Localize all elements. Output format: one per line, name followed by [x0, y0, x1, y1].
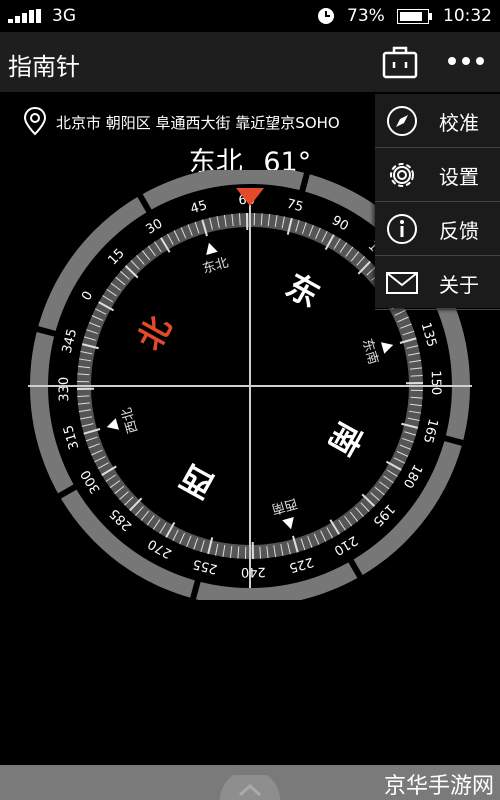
direction-marker-icon: [106, 418, 119, 430]
menu-item-feedback[interactable]: 反馈: [375, 202, 500, 256]
degree-label: 165: [420, 417, 441, 445]
watermark-text: 京华手游网: [383, 774, 494, 799]
location-pin-icon: [23, 106, 47, 136]
toolbox-icon[interactable]: [380, 44, 420, 80]
degree-label: 315: [61, 423, 82, 451]
menu-label-about: 关于: [439, 273, 479, 297]
cardinal-label: 东: [280, 266, 326, 315]
alarm-clock-icon: [318, 8, 334, 24]
more-dots-icon[interactable]: [444, 46, 488, 76]
battery-percent: 73%: [347, 6, 385, 26]
app-title: 指南针: [8, 53, 80, 81]
location-row: 北京市 朝阳区 阜通西大街 靠近望京SOHO: [22, 106, 382, 136]
scroll-up-icon[interactable]: [220, 775, 280, 800]
cardinal-label: 西: [174, 457, 220, 506]
degree-label: 75: [285, 197, 305, 216]
menu-item-about[interactable]: 关于: [375, 256, 500, 310]
status-bar: 3G 73% 10:32: [0, 0, 500, 32]
intercardinal-label: 西南: [270, 495, 299, 518]
cardinal-label: 南: [321, 416, 370, 462]
degree-label: 30: [144, 216, 166, 237]
intercardinal-label: 东北: [201, 256, 230, 278]
cardinal-label: 北: [130, 310, 179, 356]
degree-label: 345: [60, 327, 81, 355]
menu-label-settings: 设置: [439, 165, 479, 189]
location-address: 北京市 朝阳区 阜通西大街 靠近望京SOHO: [56, 114, 340, 132]
overflow-menu: 校准 设置 反馈 关于: [375, 94, 500, 310]
degree-label: 0: [79, 289, 96, 304]
info-icon: [387, 214, 417, 244]
cellular-signal-icon: [8, 9, 41, 23]
degree-label: 45: [189, 198, 209, 217]
direction-marker-icon: [206, 242, 218, 256]
calibrate-compass-icon: [387, 106, 417, 136]
intercardinal-label: 东南: [359, 337, 382, 366]
degree-label: 330: [57, 377, 72, 402]
mail-envelope-icon: [386, 272, 418, 294]
settings-gear-icon: [390, 163, 414, 187]
degree-label: 225: [287, 554, 315, 575]
intercardinal-label: 西北: [120, 406, 142, 435]
degree-label: 150: [428, 370, 443, 395]
degree-label: 240: [241, 564, 266, 579]
battery-icon: [397, 9, 432, 24]
network-type: 3G: [52, 6, 76, 26]
app-bar: 指南针: [0, 32, 500, 92]
direction-marker-icon: [282, 517, 294, 530]
degree-label: 15: [105, 246, 127, 268]
degree-label: 90: [329, 213, 351, 234]
menu-label-calibrate: 校准: [439, 111, 479, 135]
menu-item-settings[interactable]: 设置: [375, 148, 500, 202]
direction-marker-icon: [381, 342, 394, 354]
bottom-bar: 京华手游网: [0, 765, 500, 800]
status-time: 10:32: [443, 6, 492, 26]
degree-label: 255: [191, 556, 219, 577]
menu-item-calibrate[interactable]: 校准: [375, 94, 500, 148]
menu-label-feedback: 反馈: [439, 219, 479, 243]
degree-label: 135: [418, 321, 439, 349]
